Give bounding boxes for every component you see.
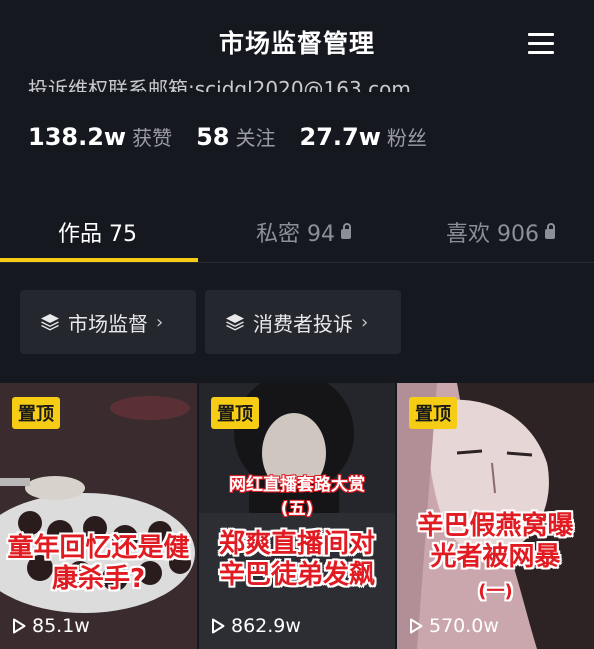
profile-stats: 138.2w 获赞 58 关注 27.7w 粉丝 bbox=[28, 122, 451, 151]
video-caption: 辛巴假燕窝曝光者被网暴 bbox=[417, 511, 574, 572]
chevron-right-icon: › bbox=[156, 311, 164, 333]
pinned-badge: 置顶 bbox=[211, 397, 259, 429]
stat-followers[interactable]: 27.7w 粉丝 bbox=[300, 122, 427, 151]
pinned-badge: 置顶 bbox=[409, 397, 457, 429]
video-card[interactable]: 置顶 童年回忆还是健康杀手? 85.1w bbox=[0, 383, 197, 649]
tab-likes[interactable]: 喜欢 906 bbox=[446, 216, 555, 248]
play-icon bbox=[410, 618, 423, 634]
tab-private[interactable]: 私密 94 bbox=[256, 216, 351, 248]
stat-following[interactable]: 58 关注 bbox=[196, 122, 275, 151]
tab-label: 喜欢 906 bbox=[446, 222, 539, 247]
tab-divider bbox=[0, 262, 594, 263]
lock-icon bbox=[341, 223, 351, 239]
layers-icon bbox=[226, 314, 244, 331]
layers-icon bbox=[41, 314, 59, 331]
video-subcaption: (一) bbox=[478, 581, 513, 602]
play-count: 85.1w bbox=[12, 615, 90, 637]
play-count: 862.9w bbox=[211, 615, 301, 637]
play-count: 570.0w bbox=[409, 615, 499, 637]
chip-label: 市场监督 bbox=[68, 311, 148, 336]
play-count-value: 570.0w bbox=[429, 615, 499, 637]
stat-value: 138.2w bbox=[28, 123, 127, 151]
stat-value: 27.7w bbox=[299, 123, 381, 151]
video-caption: 郑爽直播间对辛巴徒弟发飙 bbox=[218, 529, 375, 590]
stat-label: 获赞 bbox=[132, 126, 173, 150]
chevron-right-icon: › bbox=[361, 311, 369, 333]
video-subcaption: (五) bbox=[280, 499, 314, 519]
chip-label: 消费者投诉 bbox=[253, 311, 353, 336]
stat-likes: 138.2w 获赞 bbox=[28, 122, 172, 151]
video-caption: 童年回忆还是健康杀手? bbox=[7, 533, 190, 594]
lock-icon bbox=[545, 223, 555, 239]
collection-chip-market[interactable]: 市场监督 › bbox=[20, 290, 196, 354]
tab-label: 私密 94 bbox=[256, 222, 335, 247]
tab-works[interactable]: 作品 75 bbox=[58, 216, 137, 248]
pinned-badge: 置顶 bbox=[12, 397, 60, 429]
play-count-value: 862.9w bbox=[231, 615, 301, 637]
video-card[interactable]: 置顶 辛巴假燕窝曝光者被网暴 (一) 570.0w bbox=[397, 383, 594, 649]
play-icon bbox=[212, 618, 225, 634]
stat-label: 关注 bbox=[235, 126, 276, 150]
stat-label: 粉丝 bbox=[386, 126, 427, 150]
video-subcaption: 网红直播套路大赏 bbox=[229, 475, 365, 495]
video-card[interactable]: 置顶 网红直播套路大赏 (五) 郑爽直播间对辛巴徒弟发飙 862.9w bbox=[199, 383, 395, 649]
play-count-value: 85.1w bbox=[32, 615, 90, 637]
hamburger-menu-icon[interactable] bbox=[528, 33, 554, 55]
tab-label: 作品 75 bbox=[58, 222, 137, 247]
video-grid: 置顶 童年回忆还是健康杀手? 85.1w 置顶 网红直播套路大赏 (五) 郑爽直… bbox=[0, 383, 594, 649]
content-tabs: 作品 75 私密 94 喜欢 906 bbox=[0, 200, 594, 262]
profile-bio: 投诉维权联系邮箱:scjdgl2020@163.com bbox=[28, 77, 411, 92]
collection-chip-complaints[interactable]: 消费者投诉 › bbox=[205, 290, 401, 354]
profile-header: 市场监督管理 投诉维权联系邮箱:scjdgl2020@163.com bbox=[0, 0, 594, 92]
page-title: 市场监督管理 bbox=[218, 29, 375, 58]
play-icon bbox=[13, 618, 26, 634]
stat-value: 58 bbox=[196, 123, 230, 151]
